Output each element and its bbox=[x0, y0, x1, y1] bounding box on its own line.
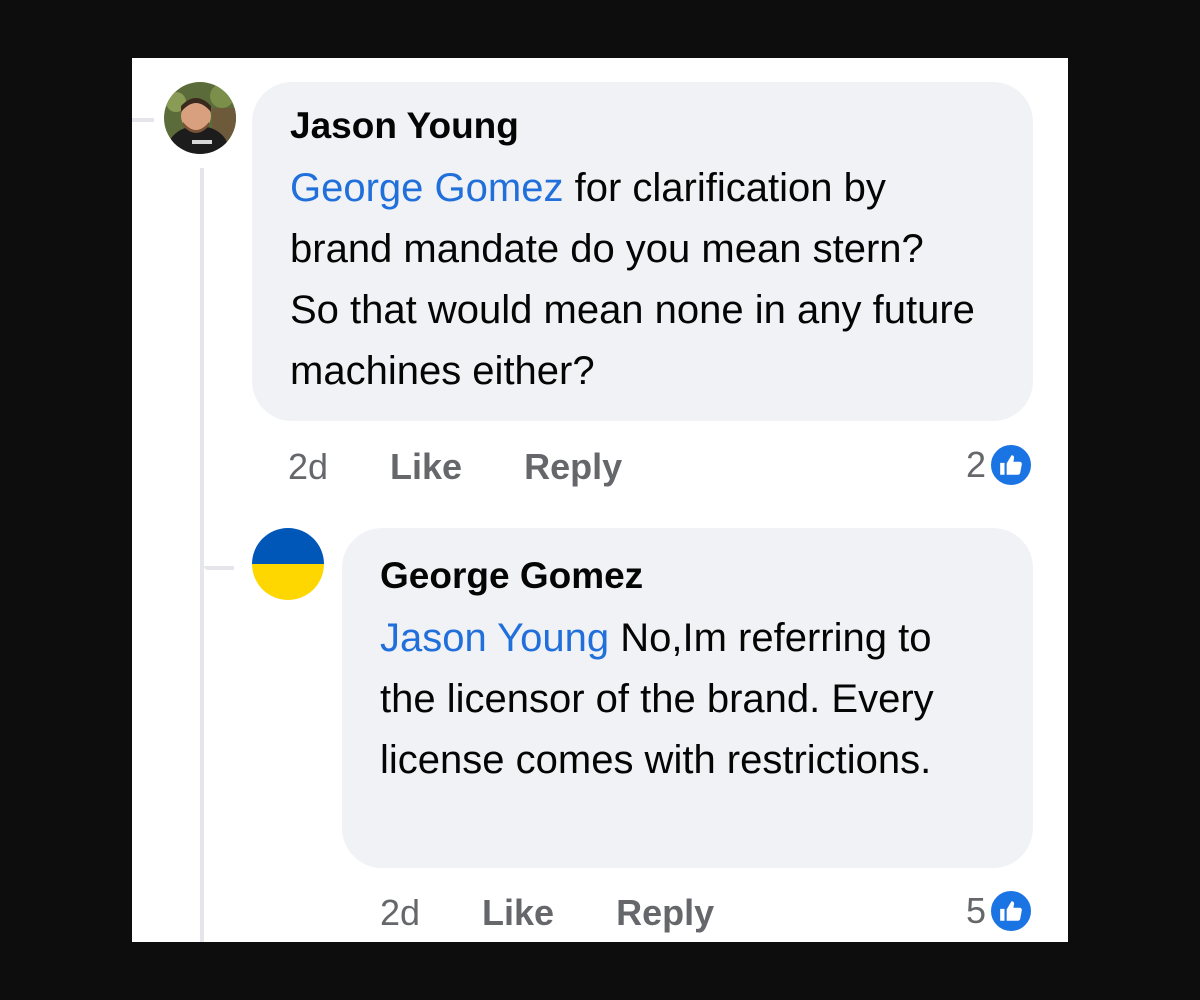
like-button[interactable]: Like bbox=[390, 446, 462, 488]
reply-button[interactable]: Reply bbox=[524, 446, 622, 488]
comment-actions-2: 2d Like Reply bbox=[380, 888, 714, 938]
thumbs-up-icon bbox=[988, 442, 1034, 488]
comment-author-name[interactable]: George Gomez bbox=[380, 554, 993, 598]
mention-link[interactable]: Jason Young bbox=[380, 616, 609, 660]
comment-text: Jason Young No,Im referring to the licen… bbox=[380, 608, 993, 791]
profile-photo-avatar-icon bbox=[164, 82, 236, 154]
thread-line-parent bbox=[132, 118, 154, 122]
like-button[interactable]: Like bbox=[482, 892, 554, 934]
thread-line-vertical bbox=[200, 168, 204, 942]
reply-button[interactable]: Reply bbox=[616, 892, 714, 934]
comment-text: George Gomez for clarification by brand … bbox=[290, 158, 993, 402]
comment-timestamp[interactable]: 2d bbox=[380, 892, 420, 934]
comment-bubble-2: George Gomez Jason Young No,Im referring… bbox=[342, 528, 1033, 868]
mention-link[interactable]: George Gomez bbox=[290, 166, 563, 210]
comment-timestamp[interactable]: 2d bbox=[288, 446, 328, 488]
jason-young-avatar[interactable] bbox=[164, 82, 236, 154]
thread-line-branch bbox=[204, 566, 234, 570]
comment-thread: Jason Young George Gomez for clarificati… bbox=[132, 58, 1068, 942]
ukraine-flag-avatar-icon bbox=[252, 528, 324, 600]
george-gomez-avatar[interactable] bbox=[252, 528, 324, 600]
comment-bubble-1: Jason Young George Gomez for clarificati… bbox=[252, 82, 1033, 421]
reaction-count: 5 bbox=[965, 890, 986, 931]
reaction-count: 2 bbox=[965, 444, 986, 485]
comment-author-name[interactable]: Jason Young bbox=[290, 104, 993, 148]
comment-actions-1: 2d Like Reply bbox=[288, 442, 622, 492]
thumbs-up-icon bbox=[988, 888, 1034, 934]
reaction-summary-2[interactable]: 5 bbox=[966, 888, 1034, 934]
reaction-summary-1[interactable]: 2 bbox=[966, 442, 1034, 488]
